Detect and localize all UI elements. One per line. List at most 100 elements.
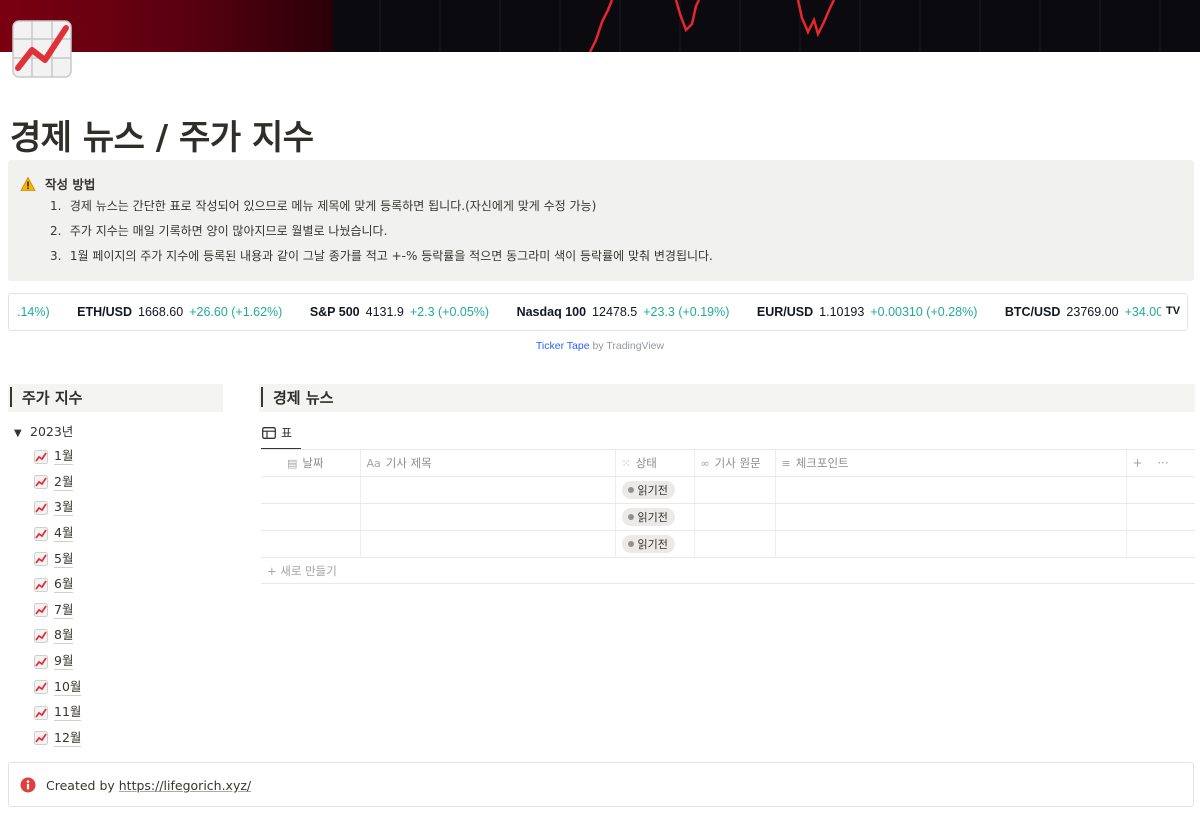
instructions-callout: 작성 방법 1. 경제 뉴스는 간단한 표로 작성되어 있으므로 메뉴 제목에 … bbox=[8, 160, 1194, 281]
ticker-fragment[interactable]: .14%) bbox=[17, 305, 50, 319]
status-cell[interactable]: 읽기전 bbox=[615, 530, 695, 558]
column-label: 날짜 bbox=[302, 455, 324, 470]
ticker-symbol: S&P 500 bbox=[309, 305, 360, 319]
month-page-link[interactable]: 9월 bbox=[34, 649, 81, 675]
title-cell[interactable] bbox=[360, 476, 616, 504]
month-page-link[interactable]: 3월 bbox=[34, 495, 81, 521]
new-row-button[interactable]: + 새로 만들기 bbox=[267, 563, 337, 579]
ticker-credit-link[interactable]: Ticker Tape bbox=[536, 340, 590, 352]
stock-section-heading: 주가 지수 bbox=[8, 384, 223, 412]
ticker-change: +2.3 (+0.05%) bbox=[409, 305, 490, 319]
ticker-item[interactable]: Nasdaq 100 12478.5 +23.3 (+0.19%) bbox=[517, 305, 730, 319]
chart-increasing-icon bbox=[34, 680, 48, 695]
month-page-list: 1월 2월 3월 4월 5월 6월 7월 8월 9월 10월 11월 12월 bbox=[34, 444, 82, 752]
title-cell[interactable] bbox=[360, 530, 616, 558]
ticker-credit-suffix: by TradingView bbox=[589, 340, 665, 352]
table-row[interactable]: 읽기전 bbox=[261, 503, 1195, 531]
text-aa-icon: Aa bbox=[366, 456, 381, 470]
month-page-link[interactable]: 8월 bbox=[34, 623, 81, 649]
ticker-symbol: Nasdaq 100 bbox=[516, 305, 587, 319]
chart-increasing-icon bbox=[34, 628, 48, 643]
month-page-link[interactable]: 1월 bbox=[34, 444, 81, 470]
callout-heading: 작성 방법 bbox=[45, 177, 96, 192]
month-label: 3월 bbox=[54, 499, 74, 517]
year-toggle[interactable]: ▼ 2023년 bbox=[14, 421, 73, 440]
table-row[interactable]: 읽기전 bbox=[261, 476, 1195, 504]
status-badge[interactable]: 읽기전 bbox=[621, 507, 675, 526]
ticker-item[interactable]: ETH/USD 1668.60 +26.60 (+1.62%) bbox=[77, 305, 282, 319]
ticker-change: +0.00310 (+0.28%) bbox=[870, 305, 978, 319]
warning-icon bbox=[20, 176, 36, 191]
month-label: 1월 bbox=[54, 448, 74, 466]
checkpoint-cell[interactable] bbox=[775, 530, 1127, 558]
column-header-status[interactable]: ⁙ 상태 bbox=[615, 450, 695, 477]
toggle-triangle-icon[interactable]: ▼ bbox=[14, 428, 30, 439]
ticker-symbol: BTC/USD bbox=[1004, 305, 1061, 319]
link-cell[interactable] bbox=[694, 530, 776, 558]
table-view-label: 표 bbox=[281, 426, 293, 440]
column-label: 기사 제목 bbox=[385, 455, 432, 470]
date-cell[interactable] bbox=[261, 476, 361, 504]
ticker-change: +23.3 (+0.19%) bbox=[643, 305, 730, 319]
instruction-item: 1. 경제 뉴스는 간단한 표로 작성되어 있으므로 메뉴 제목에 맞게 등록하… bbox=[50, 197, 713, 222]
table-view-tab[interactable]: 표 bbox=[262, 424, 292, 441]
month-page-link[interactable]: 4월 bbox=[34, 521, 81, 547]
status-dot-icon bbox=[627, 540, 634, 547]
ticker-tape-widget[interactable]: .14%) ETH/USD 1668.60 +26.60 (+1.62%) S&P … bbox=[8, 293, 1188, 331]
checkpoint-cell[interactable] bbox=[775, 503, 1127, 531]
ticker-item[interactable]: EUR/USD 1.10193 +0.00310 (+0.28%) bbox=[757, 305, 977, 319]
news-section-title: 경제 뉴스 bbox=[273, 389, 334, 407]
chart-increasing-icon bbox=[34, 526, 48, 541]
add-column-icon[interactable]: + bbox=[1133, 456, 1143, 470]
column-label: 상태 bbox=[635, 455, 657, 470]
instruction-item: 3. 1월 페이지의 주가 지수에 등록된 내용과 같이 그날 종가를 적고 +… bbox=[50, 247, 713, 272]
date-cell[interactable] bbox=[261, 503, 361, 531]
news-table: ▤ 날짜 Aa 기사 제목 ⁙ 상태 ∞ 기사 원문 ≡ 체크포인트 + ··· 읽기전 … bbox=[261, 450, 1195, 558]
lines-icon: ≡ bbox=[781, 456, 791, 470]
more-options-icon[interactable]: ··· bbox=[1157, 456, 1168, 470]
ticker-item[interactable]: BTC/USD 23769.00 +34.00 bbox=[1005, 305, 1163, 319]
column-header-title[interactable]: Aa 기사 제목 bbox=[360, 450, 616, 477]
column-header-link[interactable]: ∞ 기사 원문 bbox=[694, 450, 776, 477]
month-page-link[interactable]: 6월 bbox=[34, 572, 81, 598]
link-cell[interactable] bbox=[694, 476, 776, 504]
credit-link[interactable]: https://lifegorich.xyz/ bbox=[119, 778, 251, 793]
ticker-change: +34.00 bbox=[1124, 305, 1164, 319]
chart-increasing-icon bbox=[34, 500, 48, 515]
info-icon bbox=[20, 777, 36, 793]
chart-increasing-icon bbox=[34, 654, 48, 669]
month-label: 7월 bbox=[54, 601, 74, 619]
link-cell[interactable] bbox=[694, 503, 776, 531]
stock-chart-cover-graphic bbox=[379, 0, 1161, 52]
chart-increasing-icon bbox=[34, 731, 48, 746]
status-cell[interactable]: 읽기전 bbox=[615, 476, 695, 504]
status-badge[interactable]: 읽기전 bbox=[621, 480, 675, 499]
stock-section-title: 주가 지수 bbox=[22, 389, 83, 407]
date-cell[interactable] bbox=[261, 530, 361, 558]
ticker-price: 4131.9 bbox=[365, 305, 404, 319]
month-page-link[interactable]: 7월 bbox=[34, 598, 81, 624]
ticker-change: .14%) bbox=[17, 305, 50, 319]
month-label: 12월 bbox=[54, 729, 82, 747]
page-cover[interactable] bbox=[0, 0, 1200, 52]
tradingview-logo-icon[interactable]: TV bbox=[1161, 300, 1185, 324]
column-header-checkpoint[interactable]: ≡ 체크포인트 bbox=[775, 450, 1127, 477]
month-page-link[interactable]: 12월 bbox=[34, 726, 82, 752]
column-header-actions: + ··· bbox=[1126, 450, 1195, 477]
chart-increasing-icon[interactable] bbox=[12, 20, 72, 78]
year-toggle-label: 2023년 bbox=[30, 424, 74, 439]
ticker-item[interactable]: S&P 500 4131.9 +2.3 (+0.05%) bbox=[310, 305, 489, 319]
news-section-heading: 경제 뉴스 bbox=[259, 384, 1195, 412]
status-badge[interactable]: 읽기전 bbox=[621, 534, 675, 553]
month-page-link[interactable]: 2월 bbox=[34, 470, 81, 496]
table-row[interactable]: 읽기전 bbox=[261, 530, 1195, 558]
checkpoint-cell[interactable] bbox=[775, 476, 1127, 504]
month-page-link[interactable]: 10월 bbox=[34, 674, 82, 700]
credit-text: Created by https://lifegorich.xyz/ bbox=[46, 778, 251, 793]
instruction-text: 주가 지수는 매일 기록하면 양이 많아지므로 월별로 나눴습니다. bbox=[69, 224, 388, 238]
month-page-link[interactable]: 5월 bbox=[34, 546, 81, 572]
column-header-date[interactable]: ▤ 날짜 bbox=[261, 450, 361, 477]
title-cell[interactable] bbox=[360, 503, 616, 531]
status-cell[interactable]: 읽기전 bbox=[615, 503, 695, 531]
month-page-link[interactable]: 11월 bbox=[34, 700, 82, 726]
